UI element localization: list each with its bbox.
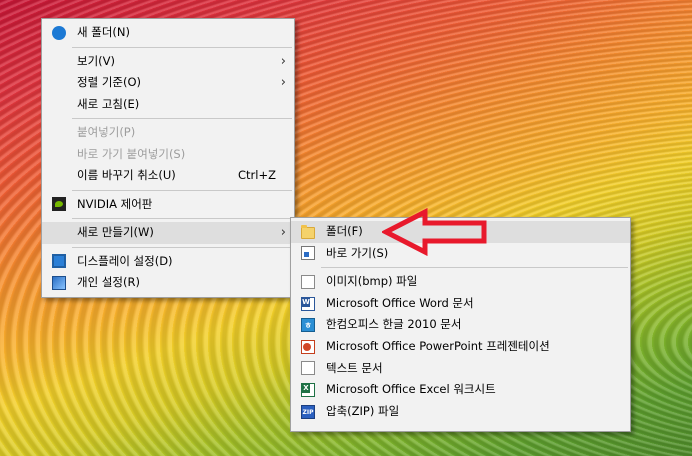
menu-item-label: Microsoft Office Word 문서 xyxy=(326,295,474,310)
menu-item-label: 새 폴더(N) xyxy=(77,25,130,39)
menu-item-label: Microsoft Office Excel 워크시트 xyxy=(326,382,496,397)
menu-item-label: 바로 가기(S) xyxy=(326,245,389,260)
folder-icon xyxy=(301,224,315,239)
menu-item-label: 보기(V) xyxy=(77,53,115,68)
menu-item-label: 텍스트 문서 xyxy=(326,360,383,375)
menu-item-paste-shortcut: 바로 가기 붙여넣기(S) xyxy=(42,144,294,166)
bitmap-file-icon xyxy=(301,274,315,289)
menu-item-nvidia-control-panel[interactable]: NVIDIA 제어판 xyxy=(42,194,294,216)
submenu-item-excel-worksheet[interactable]: Microsoft Office Excel 워크시트 xyxy=(291,379,630,401)
personalize-icon xyxy=(52,275,66,290)
submenu-item-powerpoint[interactable]: Microsoft Office PowerPoint 프레젠테이션 xyxy=(291,336,630,358)
shortcut-icon xyxy=(301,246,315,261)
menu-separator xyxy=(72,246,292,248)
menu-item-paste: 붙여넣기(P) xyxy=(42,122,294,144)
arrow-outline xyxy=(382,208,487,256)
submenu-item-text-document[interactable]: 텍스트 문서 xyxy=(291,358,630,380)
keyboard-shortcut: Ctrl+Z xyxy=(238,168,276,182)
red-arrow-annotation xyxy=(382,208,487,256)
menu-item-display-settings[interactable]: 디스플레이 설정(D) xyxy=(42,251,294,273)
chevron-right-icon: › xyxy=(280,75,286,90)
menu-item-label: 바로 가기 붙여넣기(S) xyxy=(77,146,186,161)
powerpoint-icon xyxy=(301,339,315,354)
menu-item-personalize[interactable]: 개인 설정(R) xyxy=(42,272,294,294)
menu-item-refresh[interactable]: 새로 고침(E) xyxy=(42,94,294,116)
menu-item-sort-by[interactable]: 정렬 기준(O) › xyxy=(42,72,294,94)
menu-item-label: 폴더(F) xyxy=(326,224,363,238)
menu-item-label: Microsoft Office PowerPoint 프레젠테이션 xyxy=(326,338,550,353)
word-document-icon xyxy=(301,296,315,311)
menu-item-label: 압축(ZIP) 파일 xyxy=(326,403,400,418)
chevron-right-icon: › xyxy=(280,225,286,240)
new-folder-icon xyxy=(52,25,66,40)
menu-separator xyxy=(72,218,292,219)
menu-separator xyxy=(72,189,292,191)
menu-item-label: 붙여넣기(P) xyxy=(77,125,136,139)
menu-item-label: 개인 설정(R) xyxy=(77,275,140,289)
text-document-icon xyxy=(301,361,315,376)
menu-item-undo-rename[interactable]: 이름 바꾸기 취소(U) Ctrl+Z xyxy=(42,165,294,187)
desktop-context-menu: 새 폴더(N) 보기(V) › 정렬 기준(O) › 새로 고침(E) 붙여넣기… xyxy=(41,18,295,298)
menu-item-label: 정렬 기준(O) xyxy=(77,75,141,89)
chevron-right-icon: › xyxy=(280,53,286,69)
menu-item-new-folder[interactable]: 새 폴더(N) xyxy=(42,22,294,44)
menu-item-label: 새로 고침(E) xyxy=(77,96,140,111)
menu-separator xyxy=(72,46,292,48)
excel-icon xyxy=(301,382,315,397)
submenu-item-word-document[interactable]: Microsoft Office Word 문서 xyxy=(291,293,630,315)
submenu-item-hwp-document[interactable]: ㅎ 한컴오피스 한글 2010 문서 xyxy=(291,314,630,336)
display-icon xyxy=(52,254,66,269)
submenu-item-zip-file[interactable]: ZIP 압축(ZIP) 파일 xyxy=(291,401,630,423)
menu-item-label: 디스플레이 설정(D) xyxy=(77,253,173,268)
menu-item-label: 이미지(bmp) 파일 xyxy=(326,274,418,289)
menu-item-new[interactable]: 새로 만들기(W) › xyxy=(42,222,294,244)
submenu-item-bitmap-image[interactable]: 이미지(bmp) 파일 xyxy=(291,271,630,293)
menu-item-label: 한컴오피스 한글 2010 문서 xyxy=(326,317,462,332)
hwp-document-icon: ㅎ xyxy=(301,318,315,333)
desktop-wallpaper[interactable]: 새 폴더(N) 보기(V) › 정렬 기준(O) › 새로 고침(E) 붙여넣기… xyxy=(0,0,692,456)
zip-file-icon: ZIP xyxy=(301,404,315,419)
menu-item-label: NVIDIA 제어판 xyxy=(77,196,153,211)
menu-item-label: 새로 만들기(W) xyxy=(77,225,154,239)
menu-separator xyxy=(321,267,628,269)
nvidia-icon xyxy=(52,197,66,212)
menu-item-view[interactable]: 보기(V) › xyxy=(42,51,294,73)
menu-separator xyxy=(72,118,292,119)
menu-item-label: 이름 바꾸기 취소(U) xyxy=(77,168,176,182)
